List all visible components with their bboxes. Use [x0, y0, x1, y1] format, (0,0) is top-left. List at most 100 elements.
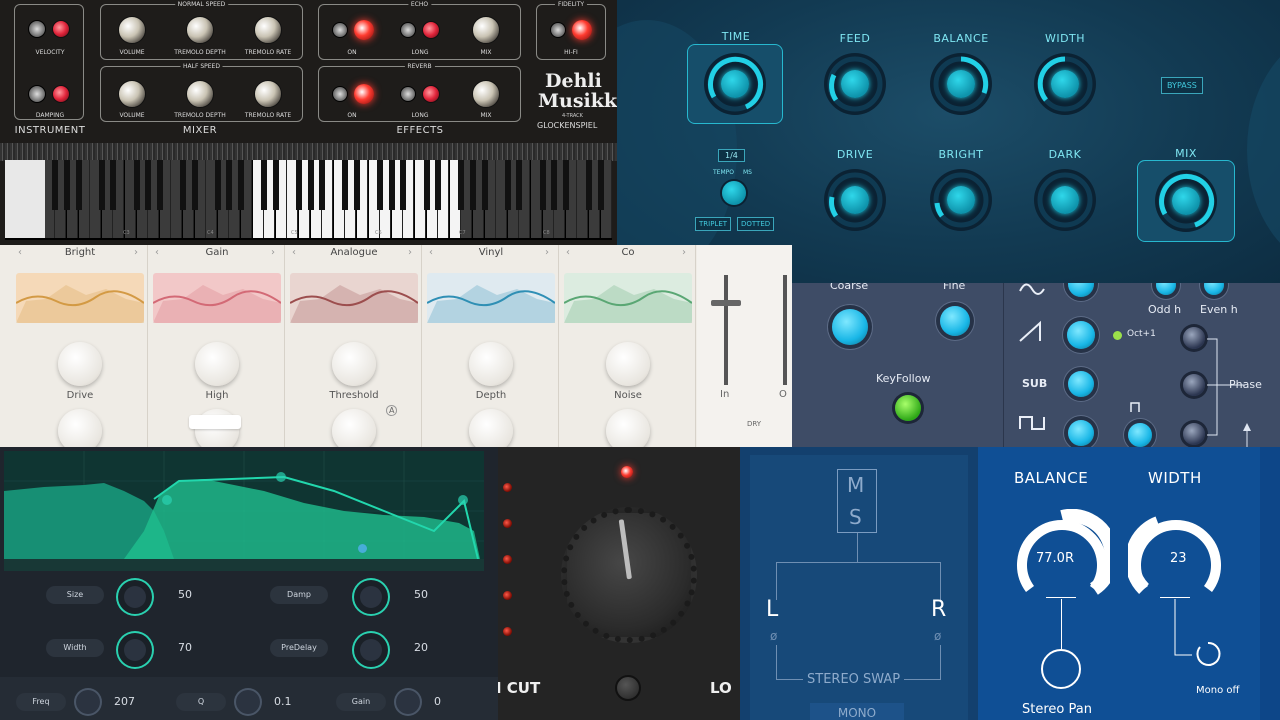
black-key[interactable] [307, 160, 314, 210]
black-key[interactable] [585, 160, 592, 210]
black-key[interactable] [295, 160, 302, 210]
osc-knob-2[interactable] [1067, 321, 1095, 349]
black-key[interactable] [52, 160, 59, 210]
black-key[interactable] [145, 160, 152, 210]
black-key[interactable] [504, 160, 511, 210]
next-arrow-icon[interactable]: › [545, 247, 549, 258]
black-key[interactable] [597, 160, 604, 210]
param-value[interactable]: 70 [178, 641, 192, 654]
eq-node-3[interactable] [458, 495, 468, 505]
black-key[interactable] [272, 160, 279, 210]
division-display[interactable]: 1/4 [718, 149, 745, 162]
param-knob[interactable] [118, 580, 152, 614]
osc-knob-4[interactable] [1068, 420, 1094, 446]
module-knob-2[interactable] [58, 409, 102, 447]
param-value[interactable]: 50 [178, 588, 192, 601]
tremolo-rate-half-knob[interactable] [254, 80, 282, 108]
black-key[interactable] [110, 160, 117, 210]
module-title[interactable]: Bright [12, 247, 148, 258]
damping-switch[interactable] [28, 85, 46, 103]
black-key[interactable] [179, 160, 186, 210]
mix-knob[interactable] [1155, 170, 1217, 232]
black-key[interactable] [377, 160, 384, 210]
black-key[interactable] [261, 160, 268, 210]
tremolo-depth-half-knob[interactable] [186, 80, 214, 108]
echo-on-switch[interactable] [332, 22, 348, 38]
echo-long-switch[interactable] [400, 22, 416, 38]
module-title[interactable]: Vinyl [423, 247, 559, 258]
even-knob[interactable] [1204, 283, 1224, 295]
osc-knob-1[interactable] [1068, 283, 1094, 297]
tempo-knob[interactable] [722, 181, 746, 205]
module-knob-2[interactable] [606, 409, 650, 447]
param-knob[interactable] [354, 633, 388, 667]
width-knob[interactable] [1034, 53, 1096, 115]
next-arrow-icon[interactable]: › [408, 247, 412, 258]
coarse-knob[interactable] [832, 309, 868, 345]
tremolo-depth-knob[interactable] [186, 16, 214, 44]
black-key[interactable] [98, 160, 105, 210]
oct-indicator[interactable] [1113, 331, 1122, 340]
module-knob[interactable] [606, 342, 650, 386]
module-knob[interactable] [332, 342, 376, 386]
q-knob[interactable] [615, 675, 641, 701]
black-key[interactable] [423, 160, 430, 210]
auto-badge[interactable]: A [386, 405, 398, 416]
black-key[interactable] [539, 160, 546, 210]
l-phase-icon[interactable]: ø [770, 629, 777, 643]
stereo-swap-button[interactable]: STEREO SWAP [803, 672, 905, 687]
eq-node-2[interactable] [162, 495, 172, 505]
black-key[interactable] [551, 160, 558, 210]
fine-knob[interactable] [940, 306, 970, 336]
black-key[interactable] [237, 160, 244, 210]
piano-keyboard[interactable]: C3 C4 C5 C6 C7 C8 [5, 160, 612, 240]
drive-knob[interactable] [824, 169, 886, 231]
prev-arrow-icon[interactable]: ‹ [429, 247, 433, 258]
mono-toggle[interactable] [1174, 599, 1228, 675]
prev-arrow-icon[interactable]: ‹ [18, 247, 22, 258]
module-knob[interactable] [58, 342, 102, 386]
eq-knob[interactable] [76, 690, 100, 714]
ms-label[interactable]: MS [743, 169, 752, 176]
pulse-knob[interactable] [1128, 423, 1152, 447]
reverb-mix-knob[interactable] [472, 80, 500, 108]
module-knob-2[interactable] [469, 409, 513, 447]
module-knob[interactable] [469, 342, 513, 386]
black-key[interactable] [133, 160, 140, 210]
phase-knob-1[interactable] [1183, 327, 1205, 349]
keyfollow-knob[interactable] [895, 395, 921, 421]
eq-node-1[interactable] [276, 472, 286, 482]
volume-half-knob[interactable] [118, 80, 146, 108]
black-key[interactable] [319, 160, 326, 210]
black-key[interactable] [516, 160, 523, 210]
stereo-pan-knob[interactable] [1041, 649, 1081, 689]
param-knob[interactable] [354, 580, 388, 614]
phase-knob-2[interactable] [1183, 374, 1205, 396]
black-key[interactable] [63, 160, 70, 210]
param-knob[interactable] [118, 633, 152, 667]
eq-knob[interactable] [236, 690, 260, 714]
triplet-button[interactable]: TRIPLET [695, 217, 732, 231]
black-key[interactable] [435, 160, 442, 210]
range-indicator[interactable] [5, 160, 45, 238]
eq-knob[interactable] [396, 690, 420, 714]
bypass-button[interactable]: BYPASS [1161, 77, 1203, 94]
black-key[interactable] [458, 160, 465, 210]
fader-handle[interactable] [711, 300, 741, 306]
filter-knob[interactable] [561, 507, 697, 643]
phase-knob-3[interactable] [1183, 423, 1205, 445]
black-key[interactable] [469, 160, 476, 210]
eq-value[interactable]: 207 [114, 695, 135, 708]
black-key[interactable] [75, 160, 82, 210]
feed-knob[interactable] [824, 53, 886, 115]
next-arrow-icon[interactable]: › [134, 247, 138, 258]
module-title[interactable]: Gain [149, 247, 285, 258]
black-key[interactable] [191, 160, 198, 210]
black-key[interactable] [388, 160, 395, 210]
fidelity-switch[interactable] [550, 22, 566, 38]
dark-knob[interactable] [1034, 169, 1096, 231]
balance-knob[interactable] [930, 53, 992, 115]
module-title[interactable]: Co [560, 247, 696, 258]
module-knob-2[interactable] [332, 409, 376, 447]
black-key[interactable] [400, 160, 407, 210]
